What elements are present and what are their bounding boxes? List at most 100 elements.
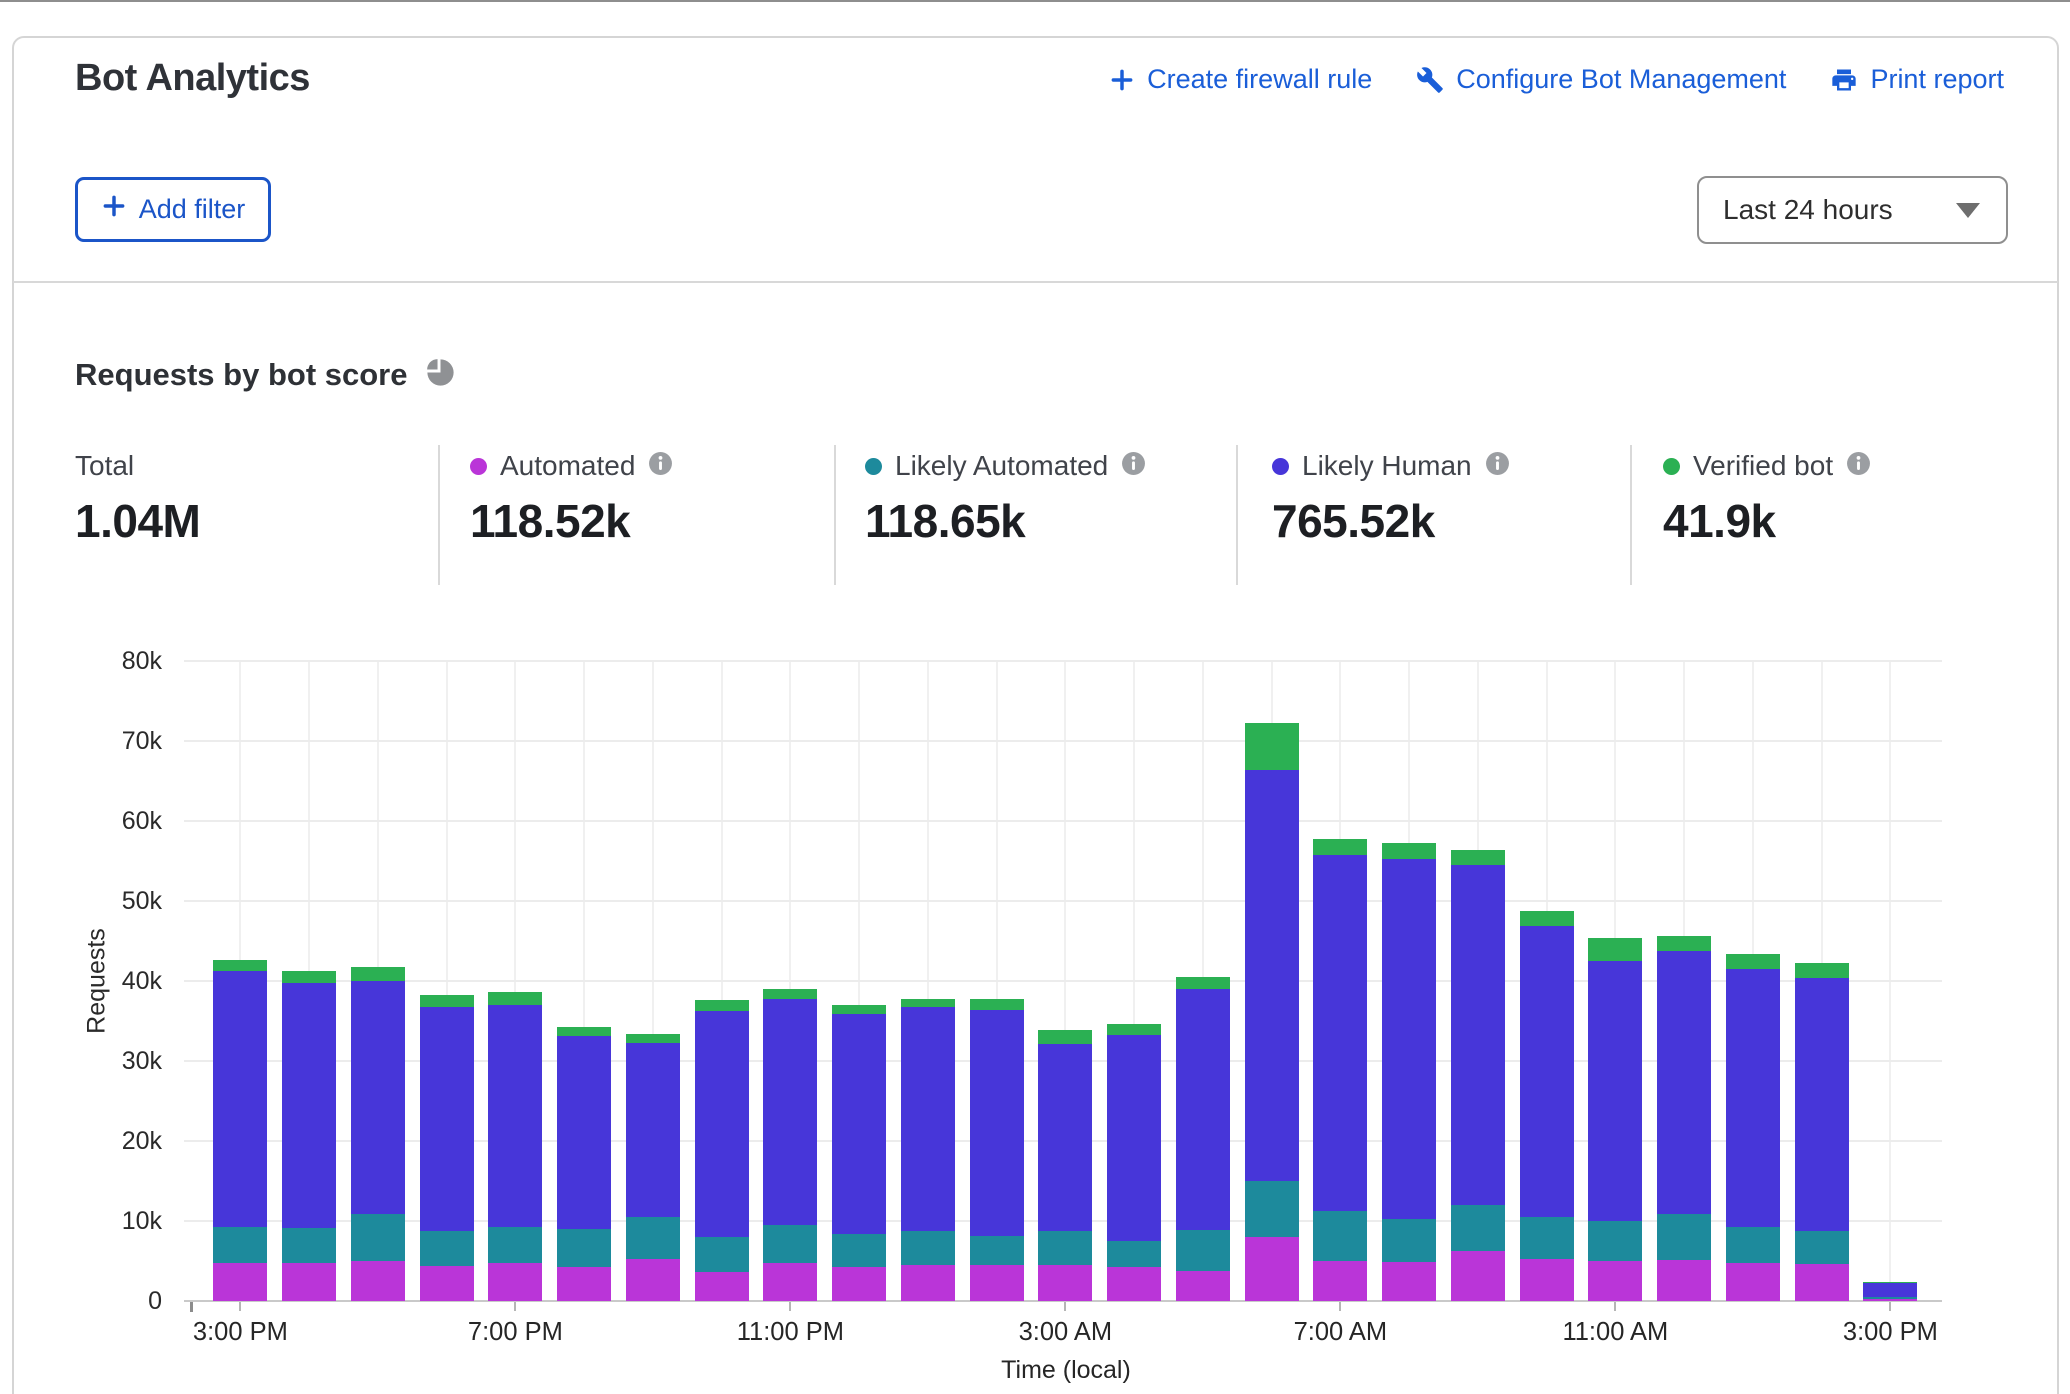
bar-segment-verified-bot[interactable] <box>1038 1030 1092 1044</box>
bar-segment-automated[interactable] <box>420 1266 474 1301</box>
bar-segment-verified-bot[interactable] <box>1107 1024 1161 1034</box>
bar-segment-verified-bot[interactable] <box>557 1027 611 1036</box>
bar-segment-likely-automated[interactable] <box>695 1237 749 1272</box>
bar-segment-likely-human[interactable] <box>1863 1283 1917 1297</box>
bar-segment-verified-bot[interactable] <box>1382 843 1436 858</box>
bar-segment-likely-automated[interactable] <box>213 1227 267 1263</box>
bar-segment-likely-human[interactable] <box>901 1007 955 1230</box>
bar-segment-likely-automated[interactable] <box>1726 1227 1780 1263</box>
create-firewall-rule-link[interactable]: Create firewall rule <box>1109 64 1372 95</box>
bar-segment-verified-bot[interactable] <box>970 999 1024 1010</box>
bar-segment-verified-bot[interactable] <box>763 989 817 999</box>
bar-segment-likely-human[interactable] <box>213 971 267 1227</box>
bar-segment-likely-human[interactable] <box>1520 926 1574 1217</box>
bar-segment-verified-bot[interactable] <box>420 995 474 1007</box>
bar-segment-likely-automated[interactable] <box>420 1231 474 1266</box>
bar-segment-automated[interactable] <box>1657 1260 1711 1301</box>
configure-bot-management-link[interactable]: Configure Bot Management <box>1416 64 1786 95</box>
info-icon[interactable] <box>1121 451 1146 481</box>
bar-segment-automated[interactable] <box>213 1263 267 1301</box>
bar-segment-verified-bot[interactable] <box>1588 938 1642 961</box>
bar-segment-likely-automated[interactable] <box>1588 1221 1642 1261</box>
bar-segment-likely-human[interactable] <box>282 983 336 1228</box>
bar-segment-likely-automated[interactable] <box>763 1225 817 1263</box>
bar-segment-likely-human[interactable] <box>1588 961 1642 1221</box>
bar-segment-likely-automated[interactable] <box>1795 1231 1849 1265</box>
bar-segment-likely-human[interactable] <box>626 1043 680 1217</box>
bar-segment-automated[interactable] <box>1588 1261 1642 1301</box>
bar-segment-likely-automated[interactable] <box>1313 1211 1367 1261</box>
bar-segment-likely-automated[interactable] <box>1863 1297 1917 1299</box>
print-report-link[interactable]: Print report <box>1830 64 2004 95</box>
bar-segment-automated[interactable] <box>1795 1264 1849 1301</box>
bar-segment-likely-human[interactable] <box>420 1007 474 1231</box>
bar-segment-likely-automated[interactable] <box>351 1214 405 1261</box>
info-icon[interactable] <box>648 451 673 481</box>
bar-segment-likely-automated[interactable] <box>901 1231 955 1265</box>
bar-segment-automated[interactable] <box>488 1263 542 1301</box>
bar-segment-automated[interactable] <box>351 1261 405 1301</box>
bar-segment-likely-automated[interactable] <box>282 1228 336 1262</box>
bar-segment-likely-human[interactable] <box>832 1014 886 1234</box>
bar-segment-likely-human[interactable] <box>1176 989 1230 1230</box>
bar-segment-likely-human[interactable] <box>1107 1035 1161 1241</box>
bar-segment-automated[interactable] <box>282 1263 336 1301</box>
bar-segment-likely-human[interactable] <box>695 1011 749 1237</box>
bar-segment-automated[interactable] <box>557 1267 611 1301</box>
bar-segment-likely-human[interactable] <box>488 1005 542 1227</box>
bar-segment-automated[interactable] <box>626 1259 680 1301</box>
bar-segment-likely-automated[interactable] <box>557 1229 611 1267</box>
bar-segment-likely-human[interactable] <box>763 999 817 1225</box>
bar-segment-verified-bot[interactable] <box>1245 723 1299 770</box>
time-range-dropdown[interactable]: Last 24 hours <box>1697 176 2008 244</box>
bar-segment-verified-bot[interactable] <box>901 999 955 1008</box>
add-filter-button[interactable]: Add filter <box>75 177 271 242</box>
bar-segment-likely-human[interactable] <box>1245 770 1299 1181</box>
bar-segment-verified-bot[interactable] <box>1657 936 1711 950</box>
bar-segment-automated[interactable] <box>695 1272 749 1301</box>
bar-segment-likely-automated[interactable] <box>1657 1214 1711 1260</box>
bar-segment-likely-human[interactable] <box>1451 865 1505 1205</box>
bar-segment-automated[interactable] <box>1451 1251 1505 1301</box>
bar-segment-likely-automated[interactable] <box>488 1227 542 1262</box>
bar-segment-verified-bot[interactable] <box>213 960 267 971</box>
bar-segment-automated[interactable] <box>1726 1263 1780 1301</box>
bar-segment-automated[interactable] <box>1520 1259 1574 1301</box>
bar-segment-likely-human[interactable] <box>1382 859 1436 1219</box>
bar-segment-automated[interactable] <box>970 1265 1024 1301</box>
bar-segment-verified-bot[interactable] <box>351 967 405 981</box>
bar-segment-automated[interactable] <box>1313 1261 1367 1301</box>
bar-segment-likely-automated[interactable] <box>1451 1205 1505 1251</box>
bar-segment-automated[interactable] <box>1107 1267 1161 1301</box>
bar-segment-likely-human[interactable] <box>1038 1044 1092 1231</box>
bar-segment-likely-automated[interactable] <box>1520 1217 1574 1259</box>
bar-segment-likely-human[interactable] <box>351 981 405 1214</box>
bar-segment-likely-automated[interactable] <box>1382 1219 1436 1262</box>
bar-segment-verified-bot[interactable] <box>1863 1282 1917 1283</box>
bar-segment-automated[interactable] <box>1245 1237 1299 1301</box>
bar-segment-verified-bot[interactable] <box>626 1034 680 1044</box>
bar-segment-automated[interactable] <box>1176 1271 1230 1301</box>
bar-segment-automated[interactable] <box>1382 1262 1436 1301</box>
bar-segment-verified-bot[interactable] <box>1795 963 1849 978</box>
bar-segment-likely-human[interactable] <box>1313 855 1367 1212</box>
bar-segment-likely-human[interactable] <box>1795 978 1849 1231</box>
bar-segment-likely-human[interactable] <box>1726 969 1780 1227</box>
bar-segment-verified-bot[interactable] <box>1313 839 1367 854</box>
bar-segment-verified-bot[interactable] <box>282 971 336 983</box>
bar-segment-verified-bot[interactable] <box>488 992 542 1005</box>
bar-segment-likely-automated[interactable] <box>1245 1181 1299 1237</box>
info-icon[interactable] <box>1485 451 1510 481</box>
bar-segment-verified-bot[interactable] <box>1520 911 1574 925</box>
bar-segment-automated[interactable] <box>832 1267 886 1301</box>
bar-segment-automated[interactable] <box>1863 1299 1917 1301</box>
bar-segment-automated[interactable] <box>901 1265 955 1301</box>
bar-segment-likely-human[interactable] <box>970 1010 1024 1236</box>
bar-segment-automated[interactable] <box>763 1263 817 1301</box>
bar-segment-verified-bot[interactable] <box>1451 850 1505 865</box>
bar-segment-automated[interactable] <box>1038 1265 1092 1301</box>
bar-segment-likely-automated[interactable] <box>832 1234 886 1267</box>
bar-segment-verified-bot[interactable] <box>832 1005 886 1014</box>
bar-segment-verified-bot[interactable] <box>1176 977 1230 989</box>
bar-segment-likely-human[interactable] <box>1657 951 1711 1214</box>
